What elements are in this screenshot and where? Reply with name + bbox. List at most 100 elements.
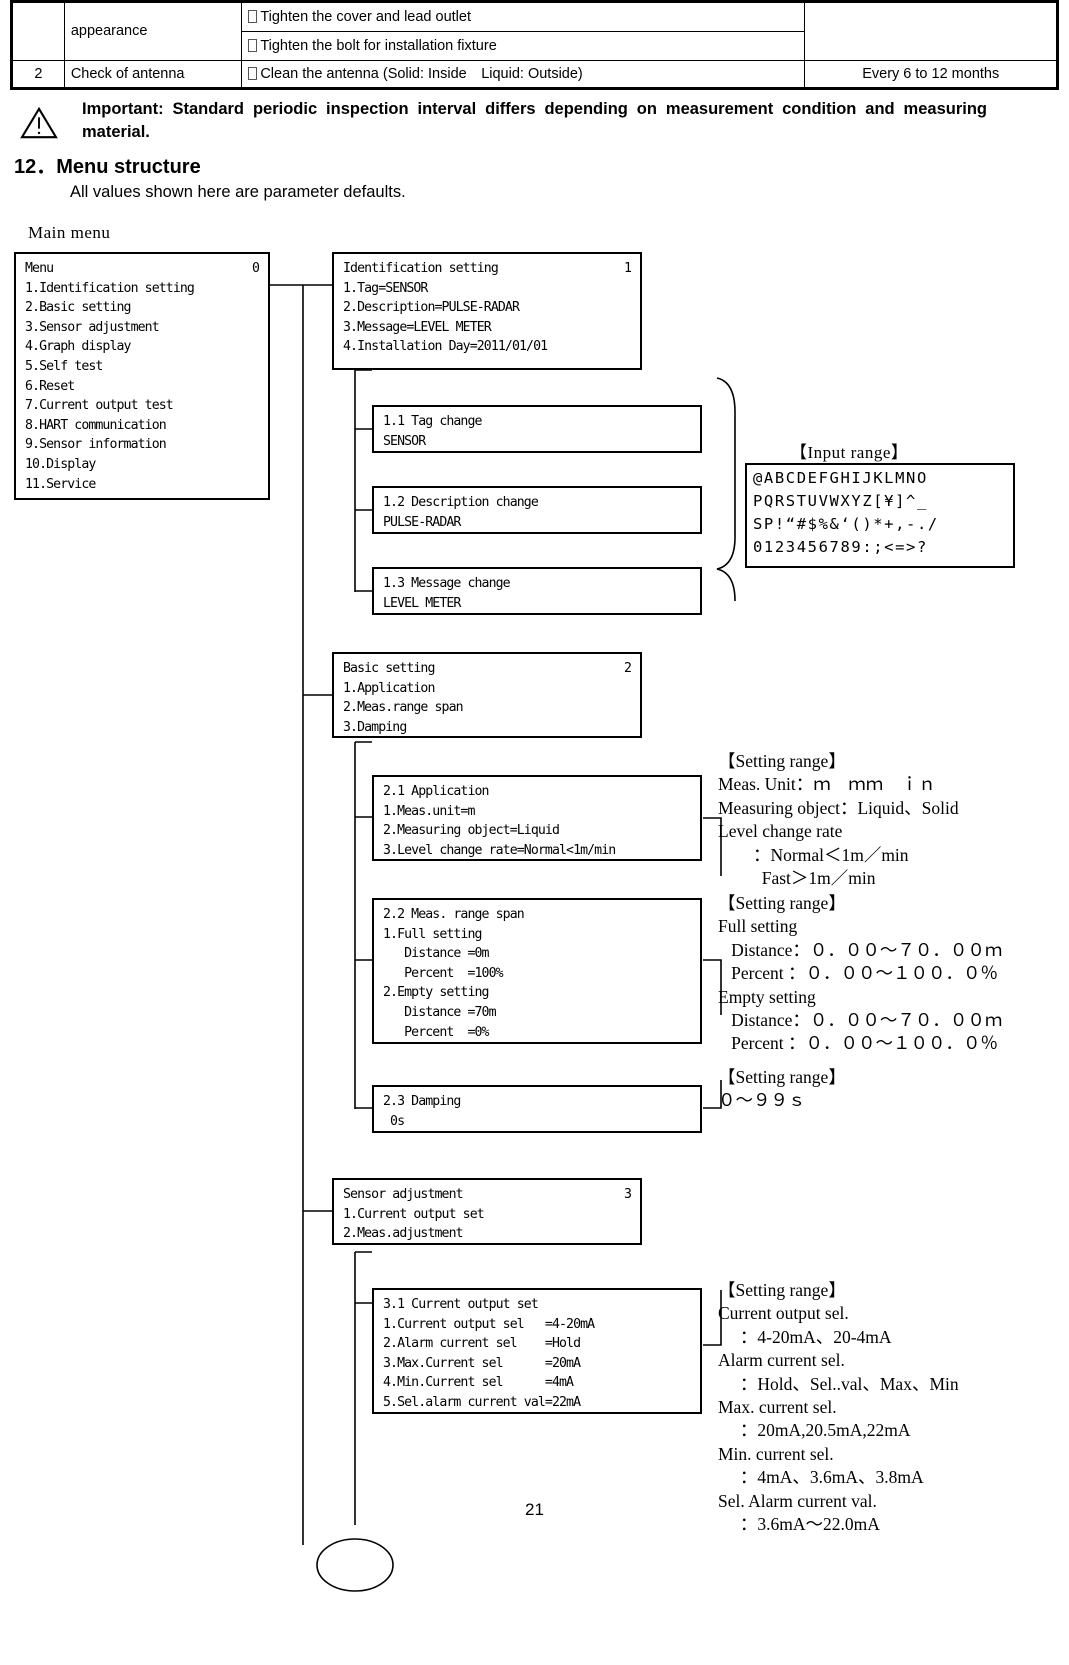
screen-menu-item[interactable]: 9.Sensor information: [25, 435, 259, 455]
screen-index: 3: [623, 1187, 632, 1202]
annotation-line: ０～９９ｓ: [718, 1090, 806, 1111]
screen-menu-item[interactable]: 3.Level change rate=Normal<1m/min: [383, 841, 691, 861]
annotation-meas-range-span-setting-range: 【Setting range】 Full setting Distance：０．０…: [718, 892, 1002, 1056]
important-note: Important: Standard periodic inspection …: [14, 98, 1054, 144]
annotation-line: ：Normal＜1m／min: [718, 844, 909, 865]
screen-menu-item[interactable]: 11.Service: [25, 475, 259, 495]
annotation-application-setting-range: 【Setting range】 Meas. Unit：ｍ ｍｍ ｉｎ Measuri…: [718, 750, 959, 890]
table-row: appearance Tighten the cover and lead ou…: [11, 1, 1058, 61]
screen-menu-item[interactable]: 3.Sensor adjustment: [25, 318, 259, 338]
screen-menu-item[interactable]: 8.HART communication: [25, 416, 259, 436]
character-row: @ABCDEFGHIJKLMNO: [753, 469, 928, 487]
screen-menu[interactable]: Menu 0 1.Identification setting 2.Basic set…: [14, 252, 270, 500]
cell-frequency: Every 6 to 12 months: [804, 59, 1058, 90]
screen-menu-item[interactable]: 2.Basic setting: [25, 298, 259, 318]
cell-frequency: [804, 1, 1058, 61]
screen-identification-setting[interactable]: Identification setting 1 1.Tag=SENSOR 2.Des…: [332, 252, 642, 370]
annotation-line: Measuring object：Liquid、Solid: [718, 797, 959, 818]
cell-description: Clean the antenna (Solid: Inside Liquid:…: [241, 59, 806, 90]
screen-menu-item[interactable]: 2.Empty setting: [383, 983, 691, 1003]
annotation-line: Fast＞1m／min: [718, 868, 876, 889]
screen-menu-item[interactable]: 0s: [383, 1112, 691, 1132]
screen-sensor-adjustment[interactable]: Sensor adjustment 3 1.Current output set 2.…: [332, 1178, 642, 1245]
screen-menu-item[interactable]: 3.Message=LEVEL METER: [343, 318, 631, 338]
screen-title: Sensor adjustment 3: [343, 1185, 632, 1205]
screen-menu-item[interactable]: 6.Reset: [25, 377, 259, 397]
screen-menu-item[interactable]: 2.Description=PULSE-RADAR: [343, 298, 631, 318]
annotation-line: Full setting: [718, 916, 798, 937]
screen-menu-item[interactable]: 10.Display: [25, 455, 259, 475]
screen-menu-item[interactable]: 2.Measuring object=Liquid: [383, 821, 691, 841]
annotation-line: Meas. Unit：ｍ ｍｍ ｉｎ: [718, 774, 936, 795]
screen-menu-item[interactable]: 2.Alarm current sel =Hold: [383, 1334, 691, 1354]
warning-triangle-icon: [20, 106, 58, 139]
annotation-damping-setting-range: 【Setting range】 ０～９９ｓ: [718, 1066, 846, 1113]
bullet-tofu-icon: [248, 67, 258, 80]
annotation-label: 【Setting range】: [718, 893, 846, 913]
screen-title: Identification setting 1: [343, 259, 632, 279]
screen-menu-item[interactable]: 1.Identification setting: [25, 279, 259, 299]
screen-menu-item[interactable]: 1.Full setting: [383, 925, 691, 945]
screen-menu-item[interactable]: 3.Max.Current sel =20mA: [383, 1354, 691, 1374]
screen-title: 2.3 Damping: [383, 1094, 461, 1109]
screen-menu-item[interactable]: 5.Self test: [25, 357, 259, 377]
annotation-current-output-setting-range: 【Setting range】 Current output sel. ：4-20…: [718, 1279, 959, 1536]
screen-menu-item[interactable]: 1.Meas.unit=m: [383, 802, 691, 822]
annotation-line: Min. current sel.: [718, 1443, 834, 1464]
annotation-label: 【Setting range】: [718, 751, 846, 771]
page-number: 21: [525, 1500, 544, 1519]
section-subheading: All values shown here are parameter defa…: [70, 183, 406, 201]
screen-menu-item[interactable]: 1.Current output set: [343, 1205, 631, 1225]
screen-menu-item[interactable]: Distance =70m: [383, 1003, 691, 1023]
screen-menu-item[interactable]: Distance =0m: [383, 944, 691, 964]
annotation-line: ：4mA、3.6mA、3.8mA: [718, 1467, 924, 1488]
cell-description-line2: Tighten the bolt for installation fixtur…: [241, 31, 806, 61]
screen-menu-item[interactable]: 4.Installation Day=2011/01/01: [343, 337, 631, 357]
screen-menu-item[interactable]: 1.Current output sel =4-20mA: [383, 1315, 691, 1335]
main-menu-label: Main menu: [28, 223, 111, 242]
screen-index: 0: [251, 261, 260, 276]
screen-menu-item[interactable]: LEVEL METER: [383, 594, 691, 614]
annotation-line: Empty setting: [718, 986, 816, 1007]
annotation-line: Level change rate: [718, 821, 843, 842]
screen-menu-item[interactable]: 4.Graph display: [25, 337, 259, 357]
screen-damping[interactable]: 2.3 Damping 0s: [372, 1085, 702, 1133]
cell-description-line1: Tighten the cover and lead outlet: [241, 1, 806, 32]
screen-menu-item[interactable]: Percent =100%: [383, 964, 691, 984]
screen-menu-item[interactable]: 2.Meas.range span: [343, 698, 631, 718]
bullet-tofu-icon: [248, 38, 258, 52]
screen-menu-item[interactable]: 2.Meas.adjustment: [343, 1224, 631, 1244]
screen-menu-item[interactable]: SENSOR: [383, 432, 691, 452]
annotation-line: Current output sel.: [718, 1303, 849, 1324]
screen-meas-range-span[interactable]: 2.2 Meas. range span 1.Full setting Dista…: [372, 898, 702, 1044]
screen-index: 1: [623, 261, 632, 276]
screen-basic-setting[interactable]: Basic setting 2 1.Application 2.Meas.range …: [332, 652, 642, 738]
cell-item: Check of antenna: [63, 59, 243, 90]
screen-menu-item[interactable]: 7.Current output test: [25, 396, 259, 416]
screen-menu-item[interactable]: 1.Application: [343, 679, 631, 699]
input-range-label: 【Input range】: [790, 443, 909, 462]
screen-title: Basic setting 2: [343, 659, 632, 679]
screen-menu-item[interactable]: Percent =0%: [383, 1023, 691, 1043]
table-row: 2 Check of antenna Clean the antenna (So…: [11, 59, 1058, 90]
cell-no: 2: [11, 59, 65, 90]
screen-application[interactable]: 2.1 Application 1.Meas.unit=m 2.Measuring …: [372, 775, 702, 861]
important-note-text: Important: Standard periodic inspection …: [82, 100, 987, 141]
screen-menu-item[interactable]: 5.Sel.alarm current val=22mA: [383, 1393, 691, 1413]
bullet-tofu-icon: [248, 9, 258, 23]
screen-message-change[interactable]: 1.3 Message change LEVEL METER: [372, 567, 702, 615]
cell-no: [11, 1, 65, 61]
screen-menu-item[interactable]: 3.Damping: [343, 718, 631, 738]
screen-description-change[interactable]: 1.2 Description change PULSE-RADAR: [372, 486, 702, 534]
screen-title: 1.1 Tag change: [383, 414, 482, 429]
character-row: 0123456789:;<=>?: [753, 538, 928, 556]
section-heading: 12．Menu structure: [14, 156, 201, 178]
screen-current-output-set[interactable]: 3.1 Current output set 1.Current output s…: [372, 1288, 702, 1414]
screen-menu-item[interactable]: 1.Tag=SENSOR: [343, 279, 631, 299]
screen-menu-item[interactable]: PULSE-RADAR: [383, 513, 691, 533]
annotation-line: Max. current sel.: [718, 1397, 837, 1418]
character-row: SP!“#$%&‘()*+,-./: [753, 515, 939, 533]
screen-tag-change[interactable]: 1.1 Tag change SENSOR: [372, 405, 702, 453]
input-range-character-table: @ABCDEFGHIJKLMNO PQRSTUVWXYZ[¥]^_ SP!“#$%&…: [745, 463, 1015, 568]
screen-menu-item[interactable]: 4.Min.Current sel =4mA: [383, 1373, 691, 1393]
